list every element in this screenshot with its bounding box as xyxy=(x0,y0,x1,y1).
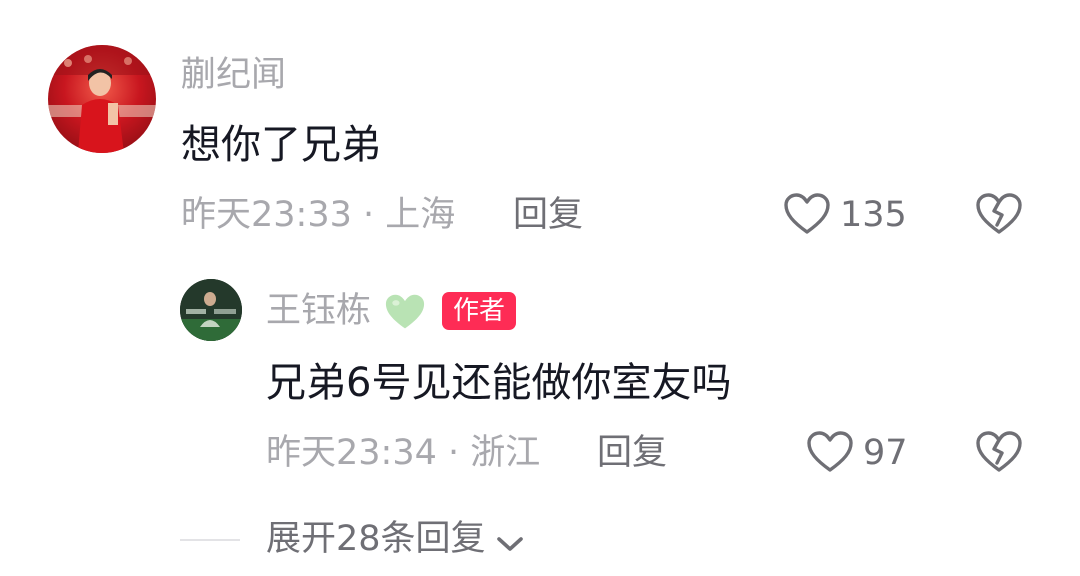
heart-outline-icon xyxy=(807,431,853,472)
green-heart-emoji-icon xyxy=(385,294,425,329)
reply-avatar[interactable] xyxy=(180,279,242,341)
author-badge: 作者 xyxy=(442,292,517,330)
expand-divider xyxy=(180,539,240,541)
reply-like-count: 97 xyxy=(863,433,908,473)
reply-location: 浙江 xyxy=(470,433,541,473)
comment-like-button[interactable]: 135 xyxy=(783,190,913,240)
reply-time: 昨天23:34 xyxy=(266,433,437,473)
comment-location: 上海 xyxy=(385,195,456,235)
comment-time: 昨天23:33 xyxy=(181,195,352,235)
chevron-down-icon xyxy=(496,536,523,551)
comment-author-name[interactable]: 蒯纪闻 xyxy=(181,54,286,96)
avatar[interactable] xyxy=(48,45,156,153)
broken-heart-icon xyxy=(976,431,1022,472)
reply-avatar-photo-icon xyxy=(180,279,242,341)
reply-author-text: 王钰栋 xyxy=(266,291,372,331)
heart-outline-icon xyxy=(784,193,830,234)
avatar-photo-icon xyxy=(48,45,156,153)
comment-like-count: 135 xyxy=(840,195,907,235)
reply-dislike-button[interactable] xyxy=(975,430,1023,474)
meta-separator: · xyxy=(436,433,471,473)
reply-text: 兄弟6号见还能做你室友吗 xyxy=(266,360,732,406)
expand-replies-label: 展开28条回复 xyxy=(266,519,486,559)
broken-heart-icon xyxy=(976,193,1022,234)
reply-meta: 昨天23:34 · 浙江 xyxy=(266,432,540,474)
reply-author-name[interactable]: 王钰栋 xyxy=(266,290,371,332)
comment-meta: 昨天23:33 · 上海 xyxy=(181,194,455,236)
comment-text: 想你了兄弟 xyxy=(181,122,381,168)
comment-reply-button[interactable]: 回复 xyxy=(513,194,583,236)
expand-replies-button[interactable]: 展开28条回复 xyxy=(266,518,525,564)
meta-separator: · xyxy=(351,195,386,235)
reply-like-button[interactable]: 97 xyxy=(806,428,916,478)
comment-dislike-button[interactable] xyxy=(975,192,1023,236)
reply-reply-button[interactable]: 回复 xyxy=(597,432,667,474)
